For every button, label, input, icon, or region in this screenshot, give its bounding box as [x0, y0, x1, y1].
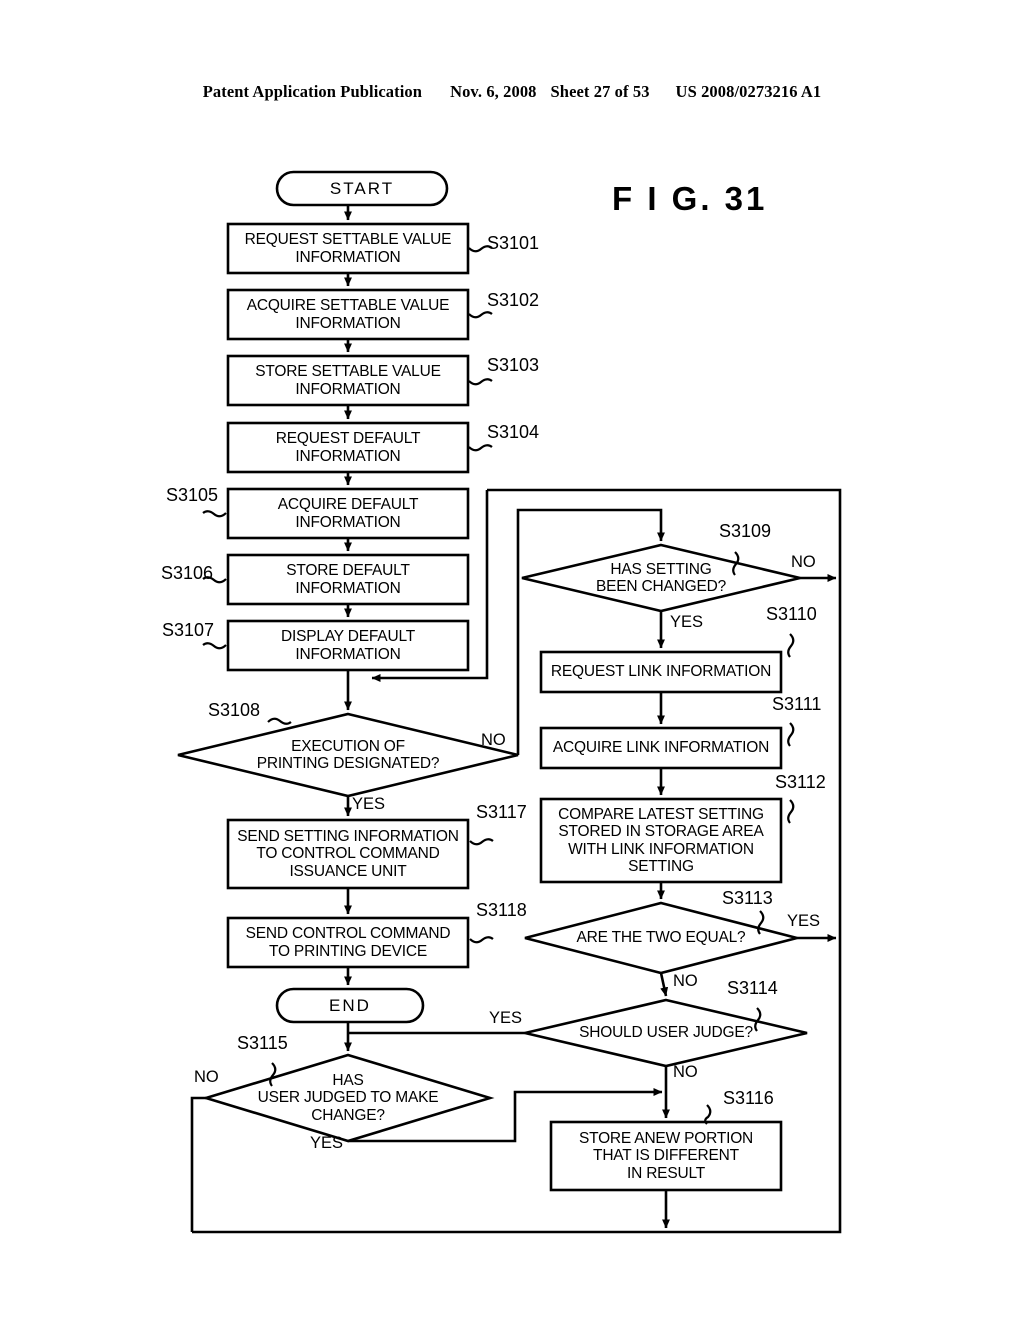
node-shape-s3109	[521, 543, 801, 613]
node-shape-s3117	[226, 818, 470, 890]
step-id-s3109: S3109	[719, 521, 772, 541]
branch-label-s3108-yes: YES	[352, 795, 386, 813]
node-shape-s3106	[226, 553, 470, 606]
branch-label-s3114-no: NO	[673, 1063, 698, 1081]
edge-s3108-no-to-s3109	[516, 508, 665, 755]
step-id-s3106: S3106	[161, 563, 214, 583]
step-id-s3102: S3102	[487, 290, 540, 310]
leader-s3108	[267, 717, 292, 725]
node-shape-s3108	[177, 712, 519, 798]
node-shape-s3115	[201, 1053, 495, 1143]
branch-label-s3109-yes: YES	[670, 613, 704, 631]
leader-s3110	[787, 633, 795, 658]
step-id-s3103: S3103	[487, 355, 540, 375]
step-id-s3105: S3105	[166, 485, 219, 505]
step-id-s3117: S3117	[476, 802, 527, 822]
leader-s3112	[787, 799, 795, 824]
step-id-s3101: S3101	[487, 233, 540, 253]
step-id-s3112: S3112	[775, 772, 826, 792]
node-shape-s3102	[226, 288, 470, 341]
leader-s3105	[202, 510, 227, 518]
node-shape-s3101	[226, 222, 470, 275]
branch-label-s3114-yes: YES	[489, 1009, 523, 1027]
step-id-s3111: S3111	[772, 694, 822, 714]
step-id-s3118: S3118	[476, 900, 527, 920]
leader-s3117	[469, 838, 494, 846]
node-shape-s3114	[524, 998, 808, 1068]
step-id-s3115: S3115	[237, 1033, 288, 1053]
leader-s3102	[468, 311, 493, 319]
branch-label-s3113-yes: YES	[787, 912, 821, 930]
leader-s3103	[468, 378, 493, 386]
leader-s3118	[469, 936, 494, 944]
node-shape-s3113	[524, 901, 798, 975]
step-id-s3113: S3113	[722, 888, 773, 908]
node-shape-s3105	[226, 487, 470, 540]
branch-label-s3115-no: NO	[194, 1068, 219, 1086]
branch-label-s3115-yes: YES	[310, 1134, 344, 1152]
step-id-s3114: S3114	[727, 978, 778, 998]
step-id-s3110: S3110	[766, 604, 817, 624]
edge-s3113-s3114	[659, 972, 669, 997]
branch-label-s3109-no: NO	[791, 553, 816, 571]
node-shape-s3103	[226, 354, 470, 407]
step-id-s3108: S3108	[208, 700, 261, 720]
leader-s3104	[468, 444, 493, 452]
edge-s3115-no-to-rail	[190, 1096, 206, 1232]
leader-s3111	[787, 722, 795, 747]
node-shape-start	[275, 170, 449, 207]
node-shape-s3116	[549, 1120, 783, 1192]
flowchart-canvas	[177, 170, 842, 1234]
node-shape-s3112	[539, 797, 783, 884]
step-id-s3116: S3116	[723, 1088, 774, 1108]
node-shape-s3107	[226, 619, 470, 672]
node-shape-end	[275, 987, 425, 1024]
leader-s3107	[202, 642, 227, 650]
node-shape-s3118	[226, 916, 470, 969]
step-id-s3107: S3107	[162, 620, 215, 640]
branch-label-s3108-no: NO	[481, 731, 506, 749]
node-shape-s3104	[226, 421, 470, 474]
node-shape-s3110	[539, 650, 783, 694]
node-shape-s3111	[539, 726, 783, 770]
branch-label-s3113-no: NO	[673, 972, 698, 990]
step-id-s3104: S3104	[487, 422, 540, 442]
